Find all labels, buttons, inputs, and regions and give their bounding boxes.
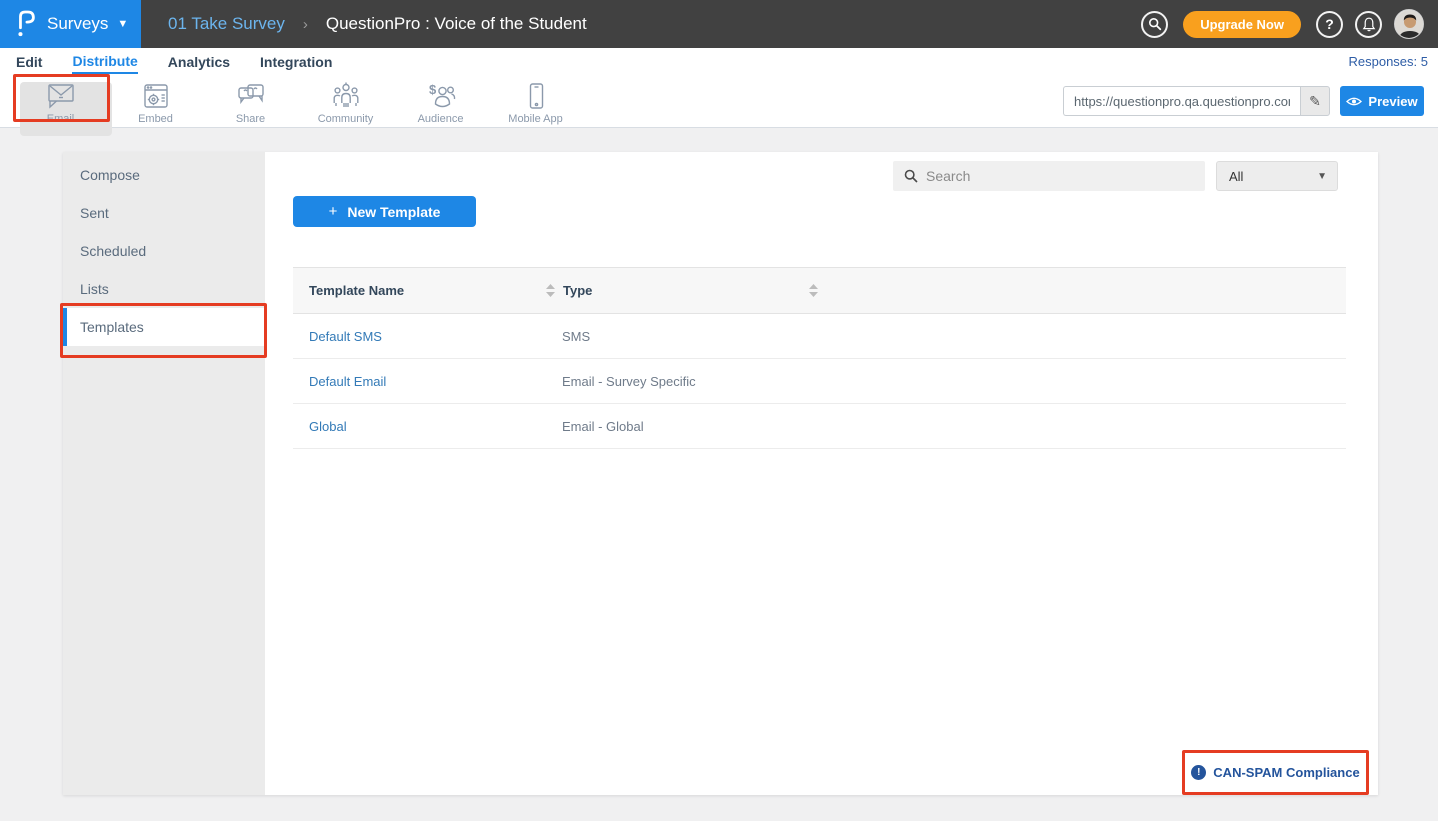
breadcrumb-separator: › [303,16,308,33]
product-switcher[interactable]: Surveys ▼ [0,0,141,48]
search-icon [1148,17,1162,31]
toolbar-item-audience[interactable]: $ Audience [393,80,488,125]
top-bar: Surveys ▼ 01 Take Survey › QuestionPro :… [0,0,1438,48]
toolbar-item-share[interactable]: Share [203,80,298,125]
mobile-icon [521,82,551,109]
edit-url-button[interactable] [1300,86,1330,116]
column-template-name: Template Name [309,283,546,298]
bell-icon [1362,17,1376,32]
svg-text:$: $ [429,83,437,97]
tab-analytics[interactable]: Analytics [168,51,230,73]
email-sidebar: Compose Sent Scheduled Lists Templates [63,152,265,795]
toolbar-item-embed[interactable]: Embed [108,80,203,125]
nav-tabs: Edit Distribute Analytics Integration [16,48,362,76]
avatar-photo [1395,10,1424,39]
toolbar-item-community[interactable]: Community [298,80,393,125]
table-header-row: Template Name Type [293,267,1346,314]
type-filter-dropdown[interactable]: All ▼ [1216,161,1338,191]
responses-count[interactable]: Responses: 5 [1349,54,1429,69]
breadcrumb: 01 Take Survey › QuestionPro : Voice of … [168,0,587,48]
info-icon [1191,765,1206,780]
template-name-link[interactable]: Global [309,419,562,434]
search-button[interactable] [1141,11,1168,38]
upgrade-now-button[interactable]: Upgrade Now [1183,11,1301,38]
templates-table: Template Name Type Default SMS SMS Defau… [293,267,1346,449]
breadcrumb-survey-link[interactable]: 01 Take Survey [168,14,285,34]
share-icon [236,82,266,109]
tab-edit[interactable]: Edit [16,51,42,73]
product-name: Surveys [47,14,108,34]
template-type: Email - Global [562,419,644,434]
toolbar-items: Email Em [13,80,583,125]
sidebar-item-compose[interactable]: Compose [63,156,265,194]
help-button[interactable] [1316,11,1343,38]
template-name-link[interactable]: Default SMS [309,329,562,344]
survey-nav: Edit Distribute Analytics Integration Re… [0,48,1438,76]
tab-distribute[interactable]: Distribute [72,50,137,74]
table-row: Default Email Email - Survey Specific [293,359,1346,404]
notifications-button[interactable] [1355,11,1382,38]
sort-icon[interactable] [546,284,555,297]
chevron-down-icon: ▼ [117,18,128,30]
toolbar-item-label: Community [318,113,374,125]
can-spam-label: CAN-SPAM Compliance [1213,765,1359,780]
toolbar-item-label: Mobile App [508,113,562,125]
toolbar-item-label: Share [236,113,265,125]
search-icon [904,169,918,183]
email-templates-panel: Compose Sent Scheduled Lists Templates +… [63,152,1378,795]
template-search [893,161,1205,191]
sidebar-item-scheduled[interactable]: Scheduled [63,232,265,270]
table-row: Global Email - Global [293,404,1346,449]
toolbar-item-email[interactable]: Email [13,80,108,125]
user-avatar[interactable] [1394,9,1424,39]
template-name-link[interactable]: Default Email [309,374,562,389]
template-type: Email - Survey Specific [562,374,696,389]
topbar-actions: Upgrade Now [1141,0,1424,48]
can-spam-compliance-link[interactable]: CAN-SPAM Compliance [1182,750,1369,795]
filter-selected-value: All [1229,169,1317,184]
envelope-icon [46,82,76,109]
survey-url-input[interactable] [1063,86,1300,116]
preview-label: Preview [1368,94,1417,109]
sidebar-item-sent[interactable]: Sent [63,194,265,232]
toolbar-item-label: Embed [138,113,173,125]
plus-icon: + [329,203,338,220]
toolbar-item-label: Audience [418,113,464,125]
audience-icon: $ [426,82,456,109]
new-template-label: New Template [347,204,440,220]
preview-button[interactable]: Preview [1340,86,1424,116]
page-title: QuestionPro : Voice of the Student [326,14,587,34]
eye-icon [1346,96,1362,107]
app-window: Surveys ▼ 01 Take Survey › QuestionPro :… [0,0,1438,821]
sidebar-item-templates[interactable]: Templates [63,308,265,346]
embed-icon [143,82,169,109]
tab-integration[interactable]: Integration [260,51,332,73]
toolbar-item-mobile-app[interactable]: Mobile App [488,80,583,125]
toolbar-item-label: Email [47,113,75,125]
questionpro-logo-icon [14,8,38,40]
sort-icon[interactable] [809,284,818,297]
new-template-button[interactable]: + New Template [293,196,476,227]
community-icon [331,82,361,109]
template-type: SMS [562,329,590,344]
search-input[interactable] [926,162,1205,190]
column-type: Type [563,283,801,298]
survey-url-group [1063,86,1330,116]
distribute-toolbar: Email Em [0,76,1438,128]
table-row: Default SMS SMS [293,314,1346,359]
sidebar-item-lists[interactable]: Lists [63,270,265,308]
chevron-down-icon: ▼ [1317,171,1327,182]
